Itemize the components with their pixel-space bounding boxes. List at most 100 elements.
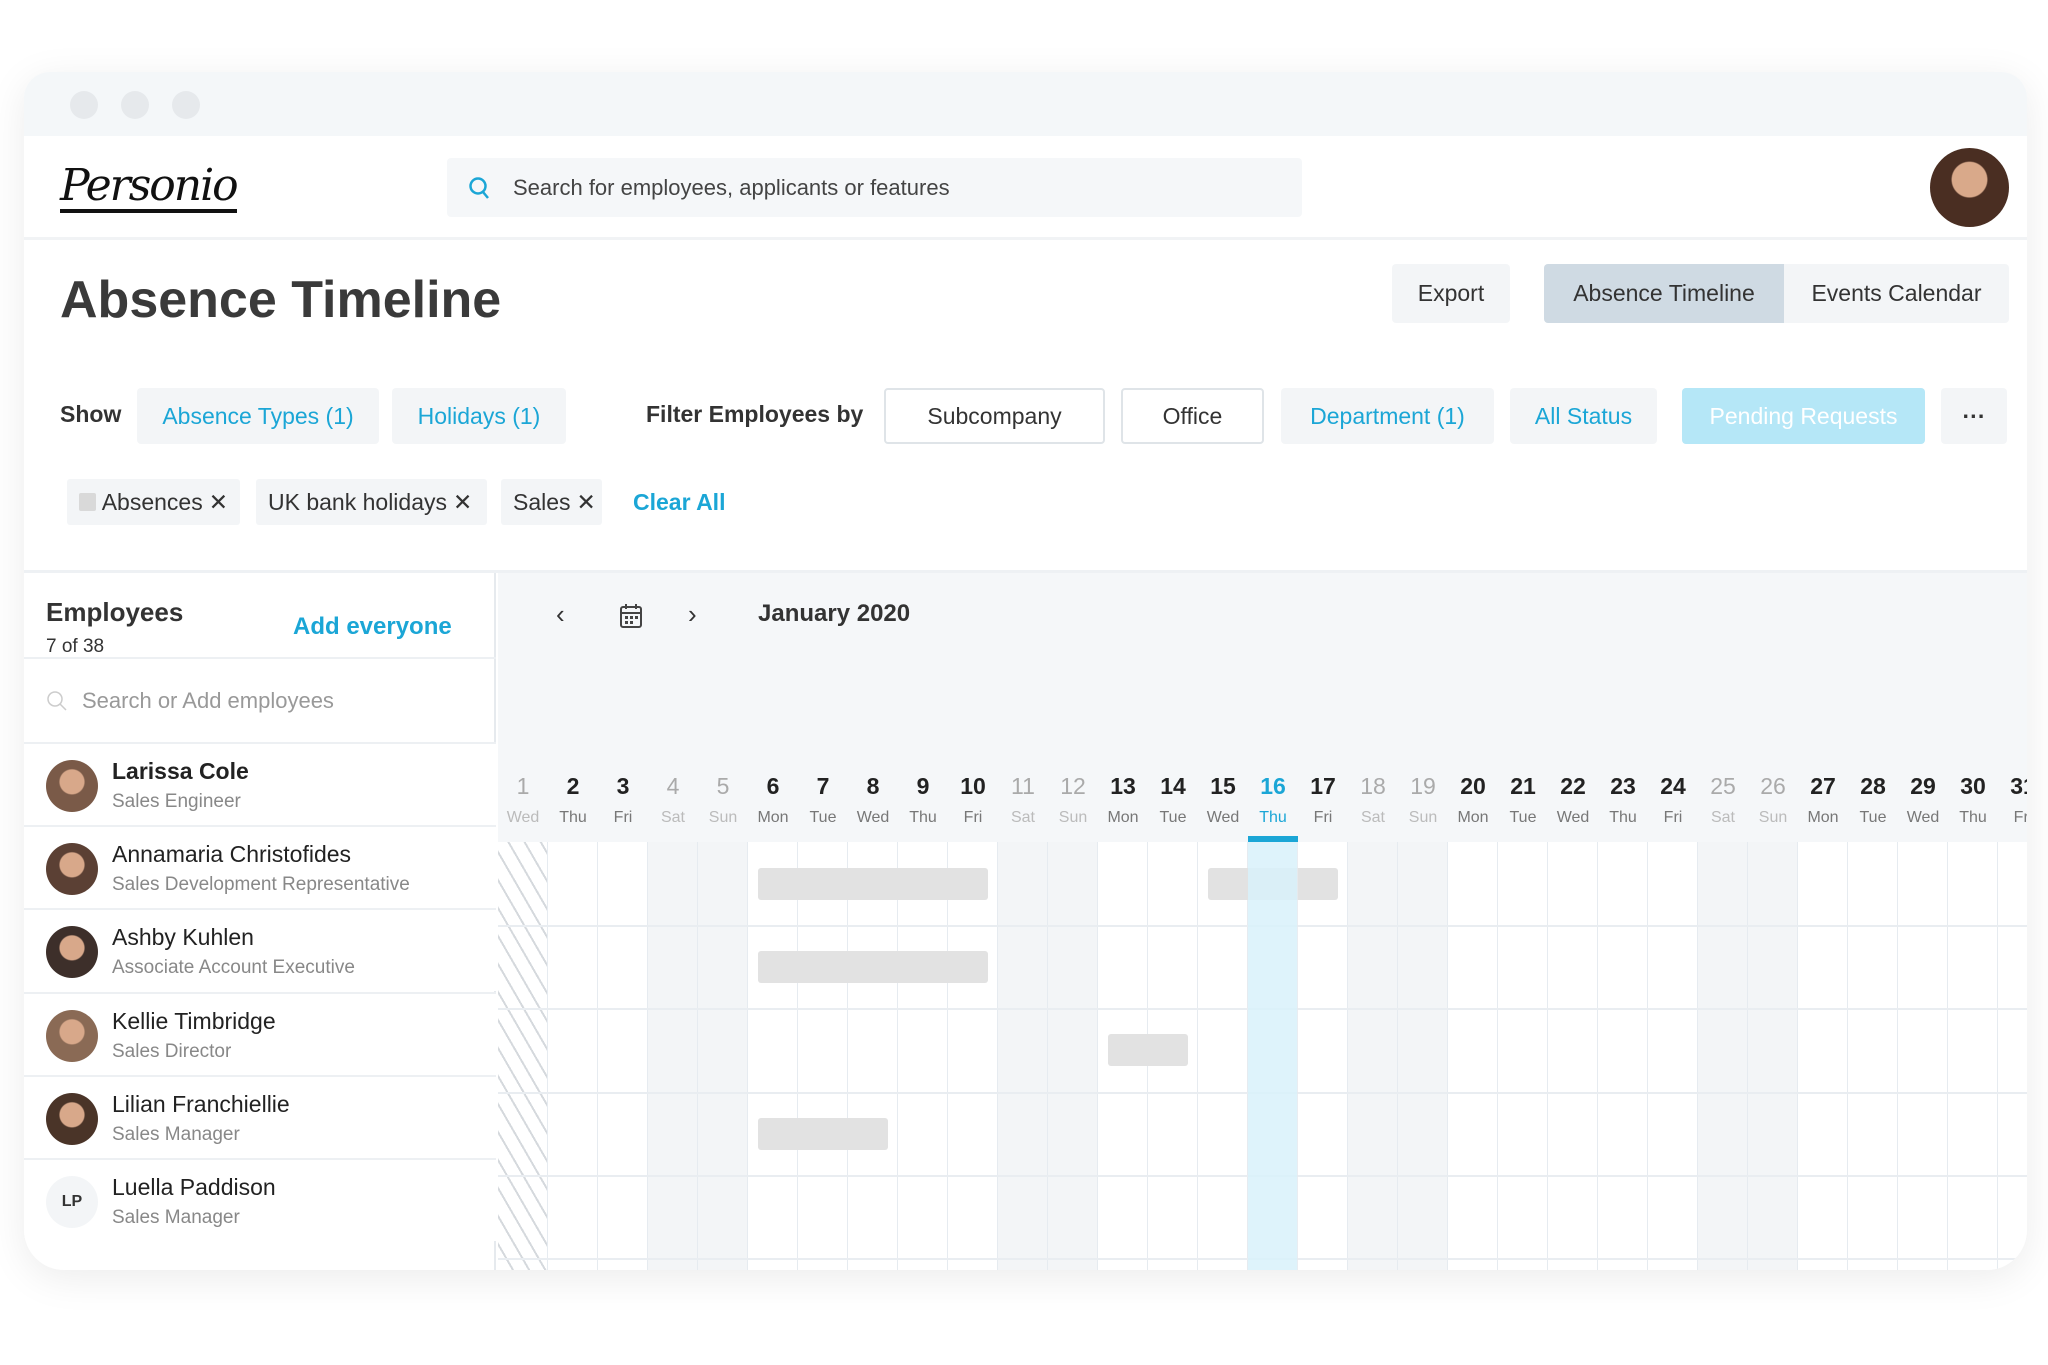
day-column[interactable] — [1898, 842, 1948, 1270]
calendar-icon[interactable] — [619, 603, 643, 629]
window-minimize-dot[interactable] — [121, 91, 149, 119]
day-column[interactable] — [1748, 842, 1798, 1270]
day-number: 18 — [1360, 773, 1386, 799]
day-weekday: Sun — [1058, 809, 1088, 826]
add-everyone-link[interactable]: Add everyone — [293, 613, 452, 641]
day-column[interactable] — [1498, 842, 1548, 1270]
employee-search-input[interactable]: Search or Add employees — [24, 657, 496, 742]
day-column[interactable] — [698, 842, 748, 1270]
day-column[interactable] — [1348, 842, 1398, 1270]
employee-job-title: Sales Manager — [112, 1207, 240, 1228]
window-titlebar — [24, 72, 2027, 136]
chip-absences: Absences ✕ — [67, 479, 240, 525]
day-column[interactable] — [1798, 842, 1848, 1270]
day-weekday: Wed — [1556, 809, 1590, 826]
employee-row[interactable]: Kellie Timbridge Sales Director — [24, 991, 496, 1075]
employee-row[interactable]: Ashby Kuhlen Associate Account Executive — [24, 908, 496, 992]
previous-month-button[interactable]: ‹ — [556, 599, 565, 630]
employee-avatar — [46, 1092, 98, 1145]
events-calendar-tab[interactable]: Events Calendar — [1784, 264, 2009, 323]
pending-requests-button[interactable]: Pending Requests — [1682, 388, 1925, 444]
day-column[interactable] — [1448, 842, 1498, 1270]
day-column[interactable] — [1598, 842, 1648, 1270]
subcompany-filter[interactable]: Subcompany — [884, 388, 1105, 444]
all-status-filter[interactable]: All Status — [1510, 388, 1657, 444]
employee-row[interactable]: LP Luella Paddison Sales Manager — [24, 1158, 496, 1241]
day-number: 15 — [1210, 773, 1236, 799]
user-avatar[interactable] — [1930, 148, 2009, 227]
employee-name[interactable]: Annamaria Christofides — [112, 841, 351, 868]
day-column[interactable] — [1248, 842, 1298, 1270]
day-weekday: Thu — [1959, 809, 1987, 826]
day-weekday: Sun — [708, 809, 738, 826]
day-column[interactable] — [1848, 842, 1898, 1270]
day-number: 20 — [1460, 773, 1486, 799]
day-number: 13 — [1110, 773, 1136, 799]
day-column[interactable] — [1548, 842, 1598, 1270]
day-weekday: Tue — [1509, 809, 1537, 826]
day-column[interactable] — [948, 842, 998, 1270]
day-column[interactable] — [1198, 842, 1248, 1270]
more-options-button[interactable]: ··· — [1941, 388, 2007, 444]
employee-name[interactable]: Luella Paddison — [112, 1174, 276, 1201]
employee-name[interactable]: Kellie Timbridge — [112, 1008, 276, 1035]
day-column[interactable] — [648, 842, 698, 1270]
department-filter[interactable]: Department (1) — [1281, 388, 1494, 444]
day-column[interactable] — [1398, 842, 1448, 1270]
day-column[interactable] — [798, 842, 848, 1270]
absence-timeline-tab[interactable]: Absence Timeline — [1544, 264, 1784, 323]
day-number: 5 — [716, 773, 730, 799]
day-weekday: Sat — [1710, 809, 1735, 826]
day-column[interactable] — [498, 842, 548, 1270]
day-column[interactable] — [548, 842, 598, 1270]
absence-bar[interactable] — [758, 1117, 888, 1150]
personio-logo[interactable]: Personio — [60, 163, 239, 213]
day-column[interactable] — [848, 842, 898, 1270]
day-column[interactable] — [1948, 842, 1998, 1270]
page-title: Absence Timeline — [60, 271, 502, 329]
search-placeholder: Search or Add employees — [82, 687, 334, 713]
day-column[interactable] — [1648, 842, 1698, 1270]
remove-chip-icon[interactable]: ✕ — [453, 489, 472, 516]
clear-all-link[interactable]: Clear All — [633, 489, 725, 516]
window-zoom-dot[interactable] — [172, 91, 200, 119]
employee-row[interactable]: Larissa Cole Sales Engineer — [24, 742, 496, 825]
export-button[interactable]: Export — [1392, 264, 1510, 323]
search-placeholder: Search for employees, applicants or feat… — [513, 174, 950, 200]
absence-bar[interactable] — [758, 868, 988, 900]
holidays-filter[interactable]: Holidays (1) — [392, 388, 566, 444]
day-weekday: Wed — [856, 809, 890, 826]
day-column[interactable] — [1048, 842, 1098, 1270]
day-weekday: Sat — [660, 809, 685, 826]
day-column[interactable] — [748, 842, 798, 1270]
day-column[interactable] — [598, 842, 648, 1270]
remove-chip-icon[interactable]: ✕ — [209, 489, 228, 516]
day-column[interactable] — [998, 842, 1048, 1270]
employee-row[interactable]: Annamaria Christofides Sales Development … — [24, 825, 496, 909]
top-header: Personio Search for employees, applicant… — [24, 136, 2027, 240]
day-column[interactable] — [1698, 842, 1748, 1270]
remove-chip-icon[interactable]: ✕ — [577, 489, 596, 516]
next-month-button[interactable]: › — [688, 599, 697, 630]
day-number: 9 — [916, 773, 930, 799]
employee-row[interactable]: Lilian Franchiellie Sales Manager — [24, 1074, 496, 1158]
day-number: 4 — [666, 773, 680, 799]
day-column[interactable] — [1998, 842, 2027, 1270]
day-number: 23 — [1610, 773, 1636, 799]
day-column[interactable] — [898, 842, 948, 1270]
employee-name[interactable]: Larissa Cole — [112, 758, 249, 785]
absence-types-filter[interactable]: Absence Types (1) — [137, 388, 379, 444]
absence-bar[interactable] — [758, 951, 988, 984]
day-number: 1 — [516, 773, 530, 799]
chip-label: Absences — [101, 488, 203, 515]
day-weekday: Sat — [1360, 809, 1385, 826]
day-weekday: Thu — [1609, 809, 1637, 826]
employee-name[interactable]: Ashby Kuhlen — [112, 924, 254, 951]
global-search-input[interactable]: Search for employees, applicants or feat… — [447, 158, 1302, 217]
day-column[interactable] — [1298, 842, 1348, 1270]
absence-bar[interactable] — [1108, 1034, 1188, 1067]
office-filter[interactable]: Office — [1121, 388, 1264, 444]
employee-name[interactable]: Lilian Franchiellie — [112, 1091, 290, 1118]
window-close-dot[interactable] — [70, 91, 98, 119]
employee-job-title: Sales Director — [112, 1040, 232, 1062]
